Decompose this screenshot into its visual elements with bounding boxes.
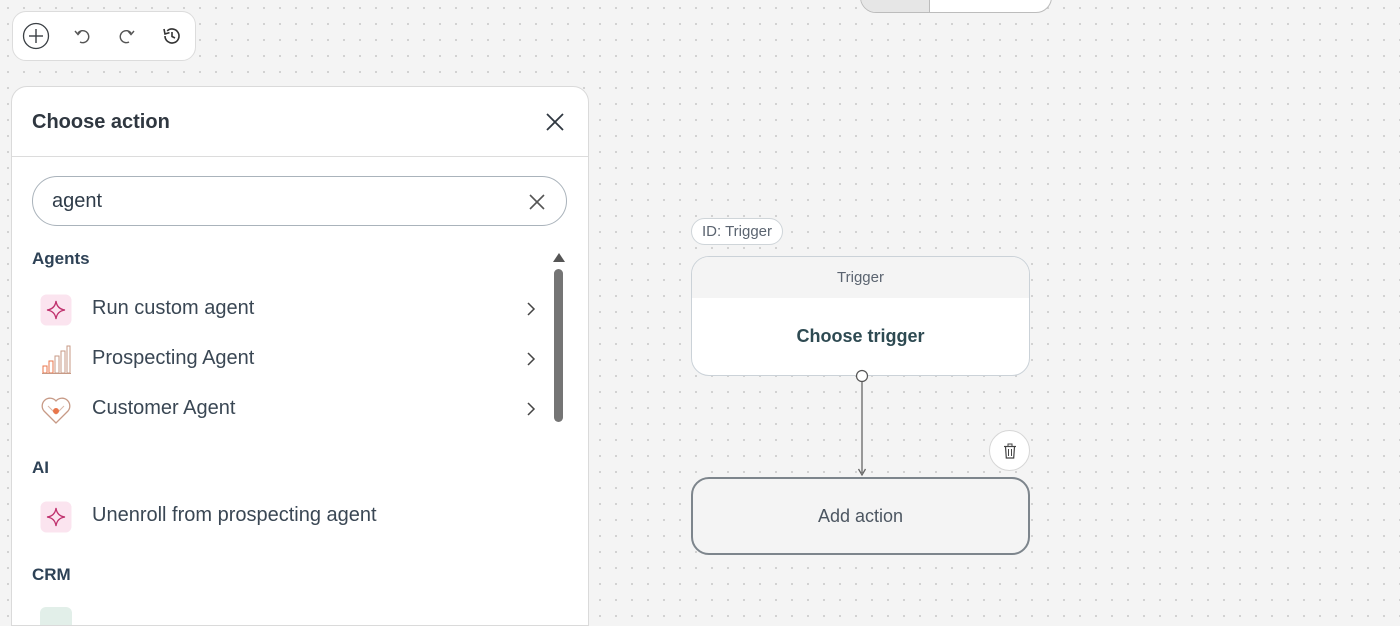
section-heading-ai: AI [32, 458, 49, 477]
plus-circle-icon [22, 22, 50, 50]
add-button[interactable] [21, 21, 51, 51]
list-item-prospecting-agent[interactable]: Prospecting Agent [32, 337, 542, 381]
search-box [32, 176, 567, 226]
add-action-card[interactable]: Add action [691, 477, 1030, 555]
history-icon [163, 28, 180, 44]
chevron-right-icon [527, 352, 536, 366]
action-list: Agents Run custom agent Prospecting Agen… [12, 237, 557, 625]
redo-button[interactable] [111, 21, 141, 51]
canvas-toolbar [12, 11, 196, 61]
panel-header: Choose action [12, 87, 588, 157]
scroll-up-arrow-icon[interactable] [553, 253, 565, 262]
bar-chart-icon [42, 345, 71, 374]
sparkle-icon [40, 294, 72, 326]
item-label: Prospecting Agent [92, 347, 255, 369]
close-icon [546, 113, 564, 131]
chevron-right-icon [527, 402, 536, 416]
section-heading-crm: CRM [32, 565, 71, 584]
heart-icon [41, 397, 71, 424]
delete-button[interactable] [989, 430, 1030, 471]
connector-line [855, 369, 869, 477]
segment-left[interactable] [861, 0, 930, 12]
trigger-id-badge: ID: Trigger [691, 218, 784, 245]
item-label: Unenroll from prospecting agent [92, 504, 377, 526]
clear-search-button[interactable] [527, 192, 547, 212]
item-label: Customer Agent [92, 397, 236, 419]
close-button[interactable] [544, 111, 566, 133]
trash-icon [1003, 443, 1016, 459]
sparkle-icon [40, 501, 72, 533]
history-button[interactable] [157, 21, 187, 51]
close-icon [529, 194, 545, 210]
panel-title: Choose action [32, 111, 170, 133]
undo-icon [74, 29, 90, 44]
undo-button[interactable] [68, 21, 98, 51]
scroll-thumb[interactable] [554, 269, 563, 422]
redo-icon [119, 29, 135, 44]
item-label: Run custom agent [92, 297, 255, 319]
top-segmented-control[interactable] [860, 0, 1052, 13]
search-input[interactable] [52, 188, 502, 214]
list-item-customer-agent[interactable]: Customer Agent [32, 387, 542, 431]
list-item-run-custom-agent[interactable]: Run custom agent [32, 287, 542, 331]
choose-action-panel: Choose action Agents Run custom agent [11, 86, 589, 626]
chevron-right-icon [527, 302, 536, 316]
section-heading-agents: Agents [32, 249, 90, 268]
partial-item-icon [40, 607, 72, 625]
trigger-header: Trigger [692, 257, 1029, 298]
scrollbar[interactable] [552, 249, 566, 625]
trigger-card[interactable]: Trigger Choose trigger [691, 256, 1030, 376]
list-item-unenroll-prospecting-agent[interactable]: Unenroll from prospecting agent [32, 494, 542, 538]
choose-trigger-label: Choose trigger [796, 326, 925, 346]
